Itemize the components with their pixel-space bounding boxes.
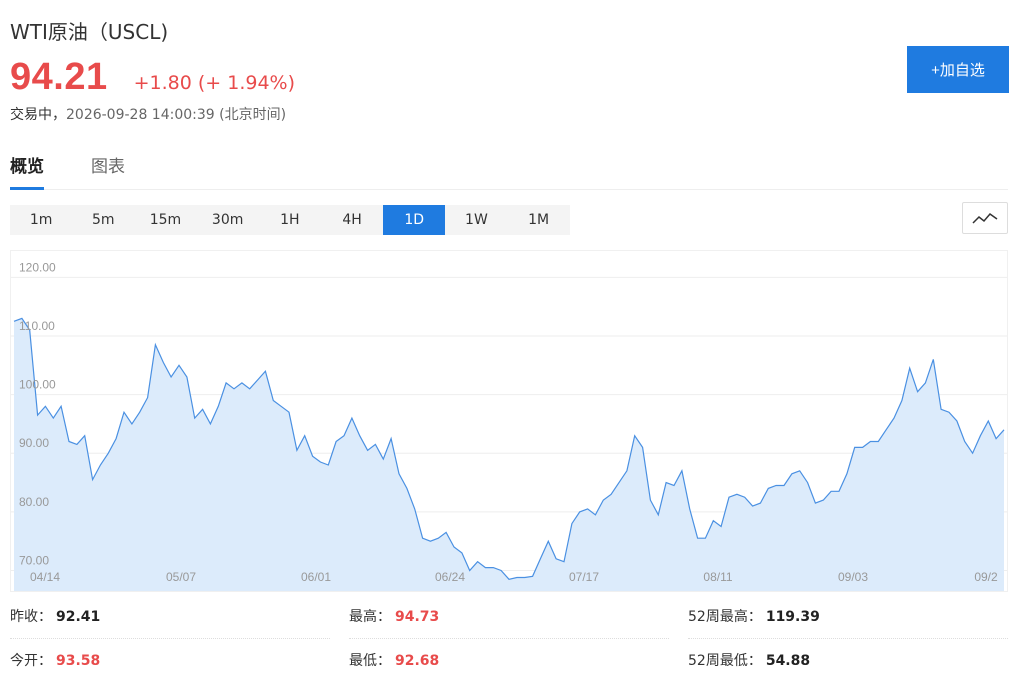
stat-value: 92.41 [56, 609, 101, 625]
interval-4h[interactable]: 4H [321, 205, 383, 235]
x-tick-label: 08/11 [703, 570, 732, 584]
x-tick-label: 05/07 [166, 570, 196, 584]
tab-bar: 概览 图表 [10, 152, 1008, 190]
chart-type-button[interactable] [962, 202, 1008, 234]
x-tick-label: 09/03 [838, 570, 868, 584]
y-tick-label: 100.00 [19, 378, 56, 392]
last-price: 94.21 [10, 56, 108, 98]
interval-1h[interactable]: 1H [259, 205, 321, 235]
quote-page: WTI原油（USCL) 94.21 +1.80 (+ 1.94%) 交易中，20… [0, 0, 1024, 678]
x-tick-label: 06/01 [301, 570, 331, 584]
status-label: 交易中， [10, 107, 66, 123]
add-watchlist-button[interactable]: +加自选 [907, 46, 1009, 93]
x-tick-label: 04/14 [30, 570, 60, 584]
stat-low: 最低： 92.68 [349, 650, 669, 678]
tab-chart[interactable]: 图表 [91, 152, 125, 187]
status-time: 2026-09-28 14:00:39 (北京时间) [66, 107, 287, 123]
tab-overview[interactable]: 概览 [10, 152, 44, 190]
stat-low-52w: 52周最低： 54.88 [688, 650, 1008, 678]
interval-5m[interactable]: 5m [72, 205, 134, 235]
interval-1w[interactable]: 1W [445, 205, 507, 235]
trading-status: 交易中，2026-09-28 14:00:39 (北京时间) [10, 104, 286, 124]
price-row: 94.21 +1.80 (+ 1.94%) [10, 56, 295, 99]
x-tick-label: 07/17 [569, 570, 599, 584]
stat-label: 52周最低： [688, 653, 762, 669]
stat-value: 93.58 [56, 653, 101, 669]
stat-value: 92.68 [395, 653, 440, 669]
interval-15m[interactable]: 15m [134, 205, 196, 235]
price-change: +1.80 (+ 1.94%) [133, 72, 296, 94]
stat-label: 今开： [10, 653, 52, 669]
stat-open: 今开： 93.58 [10, 650, 330, 678]
stat-label: 52周最高： [688, 609, 762, 625]
line-chart-icon [972, 212, 998, 224]
interval-1d[interactable]: 1D [383, 205, 446, 235]
interval-1m[interactable]: 1m [10, 205, 72, 235]
y-tick-label: 80.00 [19, 495, 49, 509]
stat-value: 94.73 [395, 609, 440, 625]
stat-high: 最高： 94.73 [349, 606, 669, 639]
instrument-title: WTI原油（USCL) [10, 20, 169, 44]
price-chart-svg: 120.00 110.00 100.00 90.00 80.00 70.00 04/14 05… [11, 260, 1007, 591]
x-tick-label: 09/2 [974, 570, 998, 584]
stat-label: 最低： [349, 653, 391, 669]
y-tick-label: 120.00 [19, 260, 56, 274]
stat-value: 54.88 [765, 653, 811, 669]
interval-1mo[interactable]: 1M [508, 205, 570, 235]
x-tick-label: 06/24 [435, 570, 465, 584]
stat-high-52w: 52周最高： 119.39 [688, 606, 1008, 639]
stat-prev-close: 昨收： 92.41 [10, 606, 330, 639]
interval-selector: 1m 5m 15m 30m 1H 4H 1D 1W 1M [10, 205, 570, 235]
interval-30m[interactable]: 30m [197, 205, 259, 235]
y-tick-label: 110.00 [19, 319, 55, 333]
stat-label: 昨收： [10, 609, 52, 625]
y-tick-label: 70.00 [19, 553, 49, 567]
stat-label: 最高： [349, 609, 391, 625]
stat-value: 119.39 [765, 609, 820, 625]
price-chart: 120.00 110.00 100.00 90.00 80.00 70.00 04/14 05… [10, 250, 1008, 592]
y-tick-label: 90.00 [19, 436, 49, 450]
